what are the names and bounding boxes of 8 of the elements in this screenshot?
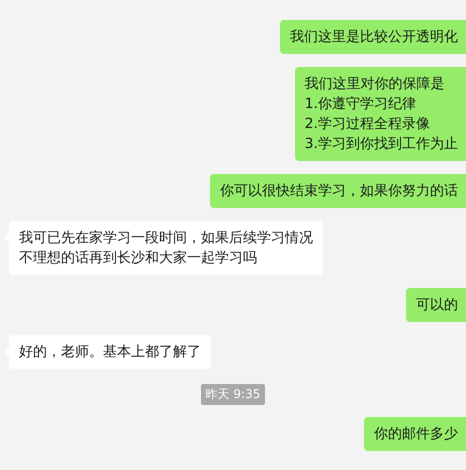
sent-message: 我们这里是比较公开透明化 — [280, 20, 466, 54]
sent-message: 你的邮件多少 — [364, 417, 466, 451]
received-message: 我可已先在家学习一段时间，如果后续学习情况 不理想的话再到长沙和大家一起学习吗 — [9, 221, 323, 275]
sent-message: 你可以很快结束学习，如果你努力的话 — [210, 174, 466, 208]
sent-message: 可以的 — [406, 288, 466, 322]
timestamp: 昨天 9:35 — [200, 384, 266, 405]
sent-message: 我们这里对你的保障是 1.你遵守学习纪律 2.学习过程全程录像 3.学习到你找到工作为止 — [294, 67, 466, 161]
received-message: 好的，老师。基本上都了解了 — [9, 335, 211, 369]
